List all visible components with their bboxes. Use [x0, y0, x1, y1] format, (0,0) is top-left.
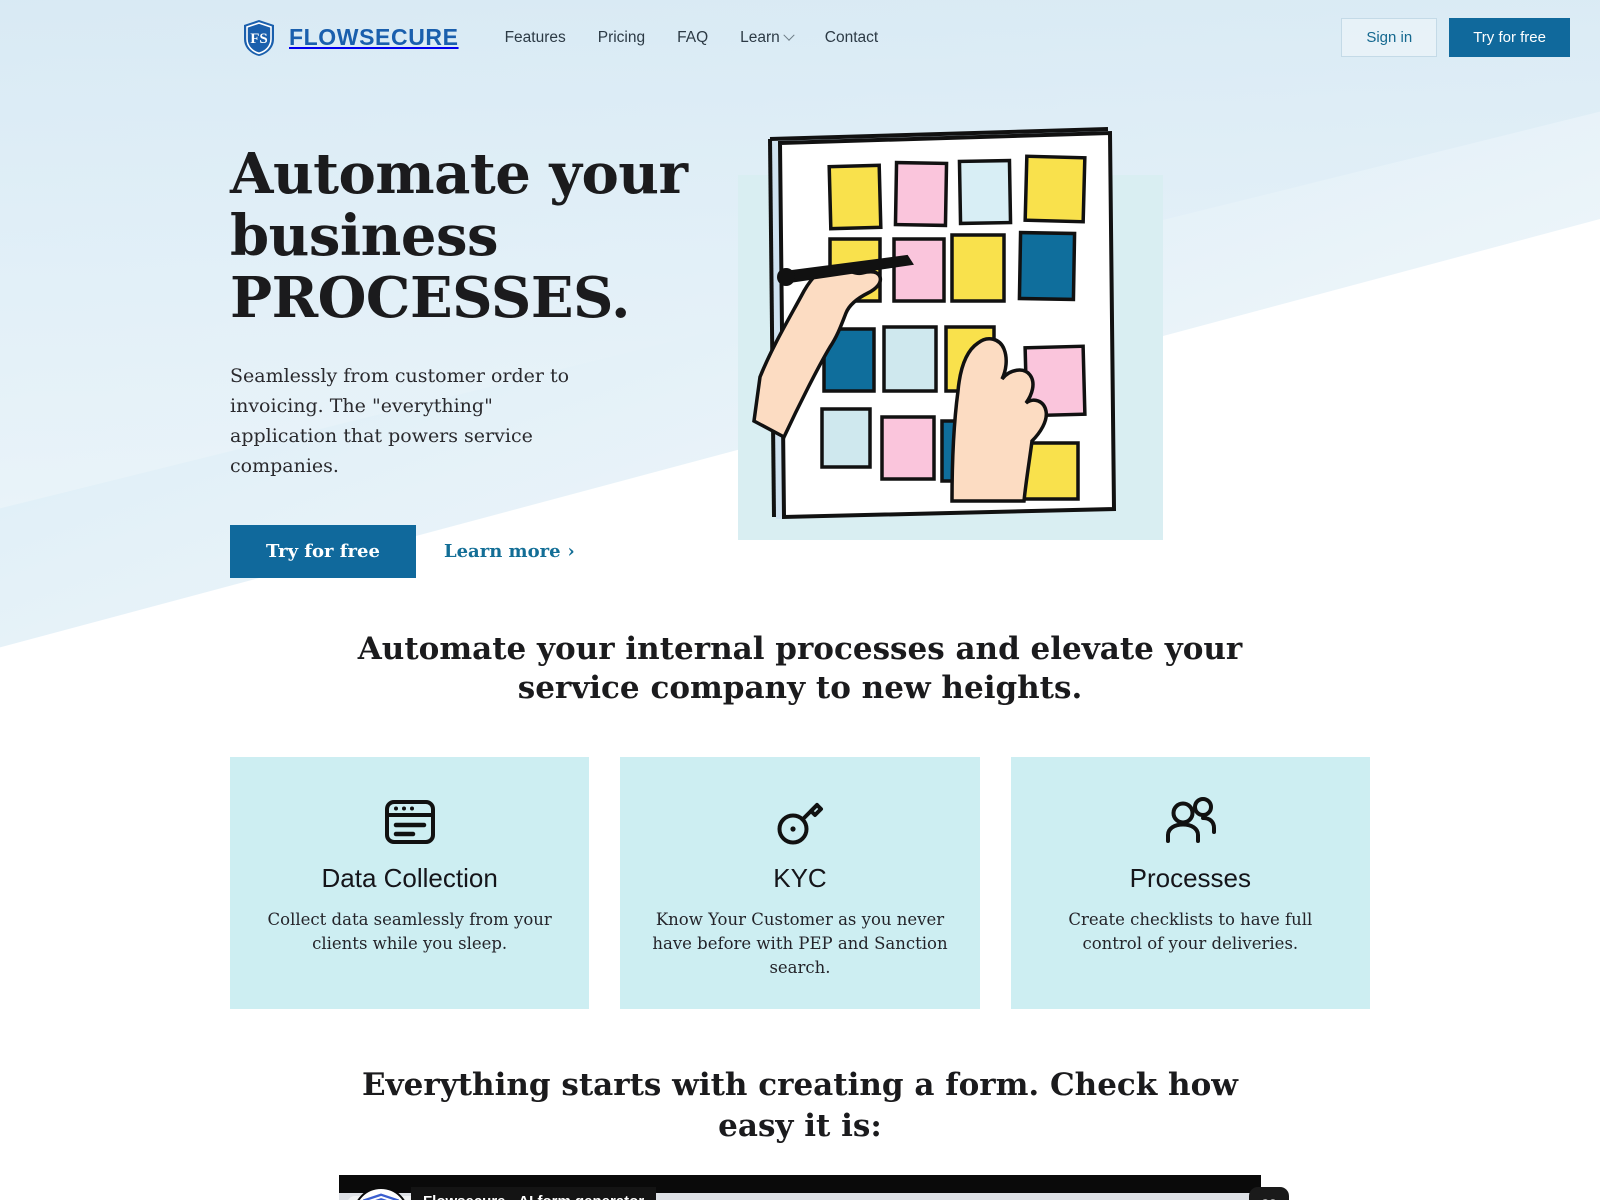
nav-item-contact[interactable]: Contact [825, 29, 878, 47]
people-icon [1037, 793, 1344, 849]
learn-more-label: Learn more [443, 540, 561, 562]
feature-card-title: Data Collection [321, 863, 498, 894]
page-title: Automate your business PROCESSES. [230, 143, 700, 329]
learn-more-link[interactable]: Learn more › [444, 541, 575, 562]
shield-icon: FS [242, 19, 276, 57]
feature-cards: Data Collection Collect data seamlessly … [0, 757, 1600, 1010]
nav-label: FAQ [677, 28, 709, 46]
features-heading: Automate your internal processes and ele… [357, 630, 1243, 707]
feature-card-description: Collect data seamlessly from your client… [267, 910, 552, 953]
feature-card-processes[interactable]: Processes Create checklists to have full… [1010, 757, 1370, 1010]
nav-label: Learn [740, 28, 780, 46]
feature-card-data-collection[interactable]: Data Collection Collect data seamlessly … [230, 757, 590, 1010]
try-for-free-button-header[interactable]: Try for free [1449, 18, 1570, 57]
video-title-overlay: Flowsecure - AI form generator [411, 1187, 657, 1200]
hero-title-line-2: business [230, 203, 499, 270]
nav-label: Contact [824, 28, 879, 46]
nav-item-faq[interactable]: FAQ [677, 29, 708, 47]
feature-card-description: Know Your Customer as you never have bef… [652, 910, 948, 977]
like-button[interactable] [1249, 1187, 1289, 1200]
hero-title-line-3: PROCESSES. [230, 265, 630, 332]
video-action-buttons [1249, 1187, 1289, 1200]
hero-copy: Automate your business PROCESSES. Seamle… [230, 143, 700, 578]
key-icon [646, 793, 953, 849]
channel-avatar[interactable]: FS [353, 1187, 409, 1200]
chevron-right-icon: › [567, 540, 575, 562]
video-section-heading: Everything starts with creating a form. … [362, 1067, 1238, 1145]
site-header: FS FLOWSECURE Features Pricing FAQ Learn… [0, 0, 1600, 75]
sign-in-button[interactable]: Sign in [1341, 18, 1438, 57]
svg-text:FS: FS [250, 31, 268, 47]
nav-label: Pricing [597, 28, 646, 46]
hero-section: Automate your business PROCESSES. Seamle… [0, 75, 1600, 578]
nav-item-features[interactable]: Features [505, 29, 566, 47]
hero-subtitle: Seamlessly from customer order to invoic… [230, 365, 570, 477]
chevron-down-icon [783, 29, 795, 41]
hero-cta-group: Try for free Learn more › [230, 524, 700, 578]
feature-card-description: Create checklists to have full control o… [1068, 910, 1313, 953]
try-for-free-button-hero[interactable]: Try for free [230, 524, 416, 578]
main-navigation: Features Pricing FAQ Learn Contact [505, 29, 879, 47]
nav-label: Features [504, 28, 566, 46]
feature-card-title: Processes [1129, 863, 1252, 894]
page-root: FS FLOWSECURE Features Pricing FAQ Learn… [0, 0, 1600, 1200]
nav-item-pricing[interactable]: Pricing [598, 29, 645, 47]
kanban-board-illustration [752, 127, 1117, 520]
feature-card-title: KYC [773, 863, 827, 894]
nav-item-learn[interactable]: Learn [740, 28, 795, 47]
brand-name: FLOWSECURE [289, 24, 459, 50]
feature-card-kyc[interactable]: KYC Know Your Customer as you never have… [620, 757, 980, 1010]
header-actions: Sign in Try for free [1341, 18, 1570, 57]
shield-icon: FS [363, 1193, 399, 1200]
hero-illustration [738, 127, 1168, 563]
brand-logo[interactable]: FS FLOWSECURE [242, 19, 459, 57]
browser-window-icon [256, 793, 563, 849]
video-embed[interactable]: ▾ – e-3f3a-4c0f-bda6-f746a4e9c6d7/w/1e23… [339, 1175, 1289, 1200]
video-player[interactable]: ▾ – e-3f3a-4c0f-bda6-f746a4e9c6d7/w/1e23… [339, 1175, 1261, 1200]
hero-title-line-1: Automate your [230, 141, 688, 207]
